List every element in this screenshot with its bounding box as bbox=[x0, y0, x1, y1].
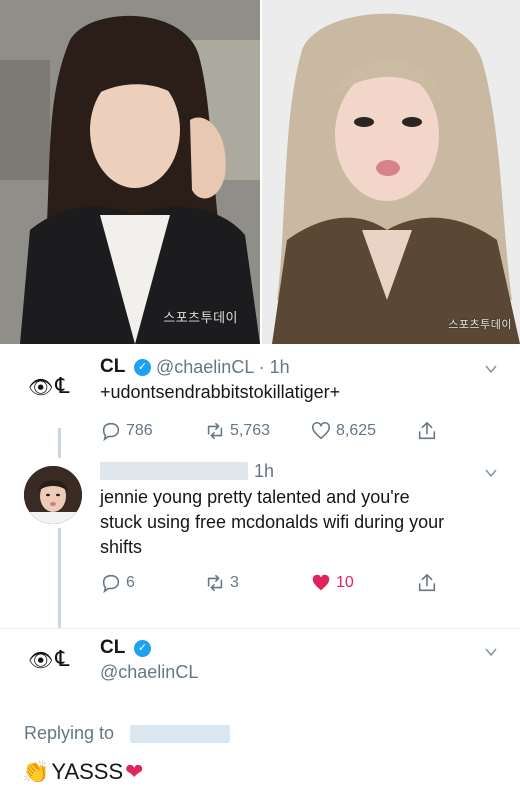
tweet-main[interactable]: 👁 ℄ CL ✓ @chaelinCL Replying to 👏 YASSS … bbox=[0, 629, 520, 806]
reply-text-line: jennie young pretty talented and you're bbox=[100, 487, 410, 507]
reply-time: 1h bbox=[254, 461, 275, 481]
reply-icon bbox=[102, 574, 120, 594]
cl-logo-text: ℄ bbox=[55, 374, 70, 399]
heart-icon bbox=[311, 421, 331, 440]
photo-right: 스포츠투데이 bbox=[262, 0, 520, 344]
reply-text-line: shifts bbox=[100, 537, 143, 557]
author-handle[interactable]: @chaelinCL bbox=[100, 662, 198, 683]
tweet-actions: 786 5,763 8,625 bbox=[100, 420, 500, 444]
like-button[interactable]: 8,625 bbox=[310, 420, 376, 442]
author-handle[interactable]: @chaelinCL · 1h bbox=[156, 357, 290, 378]
clapping-hands-icon: 👏 bbox=[22, 759, 50, 785]
chevron-down-icon[interactable] bbox=[484, 362, 498, 376]
author-name[interactable]: CL bbox=[100, 637, 125, 659]
main-tweet-body: YASSS bbox=[51, 759, 124, 784]
reply-button[interactable]: 6 bbox=[100, 572, 135, 594]
reply-button[interactable]: 786 bbox=[100, 420, 153, 442]
verified-badge-icon: ✓ bbox=[134, 640, 151, 657]
retweet-count: 5,763 bbox=[230, 422, 271, 439]
tweet-text: +udontsendrabbitstokillatiger+ bbox=[100, 382, 341, 402]
tweet-original[interactable]: 👁 ℄ CL ✓ @chaelinCL · 1h +udontsendrabbi… bbox=[0, 344, 520, 452]
share-icon bbox=[418, 573, 436, 592]
eye-icon: 👁 bbox=[28, 374, 53, 399]
like-button[interactable]: 10 bbox=[310, 572, 354, 594]
photo-collage: 스포츠투데이 스포츠투데이 bbox=[0, 0, 520, 344]
reply-count: 786 bbox=[126, 422, 153, 439]
chevron-down-icon[interactable] bbox=[484, 466, 498, 480]
redacted-mention-link[interactable] bbox=[130, 725, 230, 743]
reply-text-line: stuck using free mcdonalds wifi during y… bbox=[100, 512, 445, 532]
tweet-reply[interactable]: 1h jennie young pretty talented and you'… bbox=[0, 452, 520, 622]
photo-watermark: 스포츠투데이 bbox=[448, 318, 512, 331]
avatar-illustration bbox=[24, 466, 82, 524]
share-button[interactable] bbox=[416, 420, 438, 442]
photo-left: 스포츠투데이 bbox=[0, 0, 260, 344]
tweet-actions: 6 3 10 bbox=[100, 572, 500, 596]
cl-logo-text: ℄ bbox=[55, 647, 70, 672]
main-tweet-text: 👏 YASSS ❤ bbox=[22, 759, 144, 785]
retweet-icon bbox=[207, 574, 223, 592]
eye-icon: 👁 bbox=[28, 647, 53, 672]
photo-watermark: 스포츠투데이 bbox=[163, 311, 238, 326]
red-heart-icon: ❤ bbox=[125, 759, 144, 785]
retweet-button[interactable]: 5,763 bbox=[204, 420, 270, 442]
cl-logo-avatar[interactable]: 👁 ℄ bbox=[28, 374, 70, 399]
redacted-username bbox=[100, 462, 248, 480]
retweet-count: 3 bbox=[230, 574, 239, 591]
verified-badge-icon: ✓ bbox=[134, 359, 151, 376]
retweet-icon bbox=[207, 422, 223, 440]
avatar[interactable] bbox=[24, 466, 82, 524]
author-name[interactable]: CL bbox=[100, 356, 125, 378]
like-count: 10 bbox=[336, 574, 354, 591]
chevron-down-icon[interactable] bbox=[484, 645, 498, 659]
heart-filled-icon bbox=[312, 574, 330, 591]
like-count: 8,625 bbox=[336, 422, 377, 439]
reply-icon bbox=[102, 422, 120, 442]
retweet-button[interactable]: 3 bbox=[204, 572, 239, 594]
share-button[interactable] bbox=[416, 572, 438, 594]
replying-to-label: Replying to bbox=[24, 723, 115, 743]
cl-logo-avatar[interactable]: 👁 ℄ bbox=[28, 647, 70, 672]
photo-right-illustration bbox=[262, 0, 520, 344]
reply-text: jennie young pretty talented and you're … bbox=[100, 485, 444, 560]
reply-count: 6 bbox=[126, 574, 135, 591]
photo-left-illustration bbox=[0, 0, 260, 344]
share-icon bbox=[418, 421, 436, 440]
